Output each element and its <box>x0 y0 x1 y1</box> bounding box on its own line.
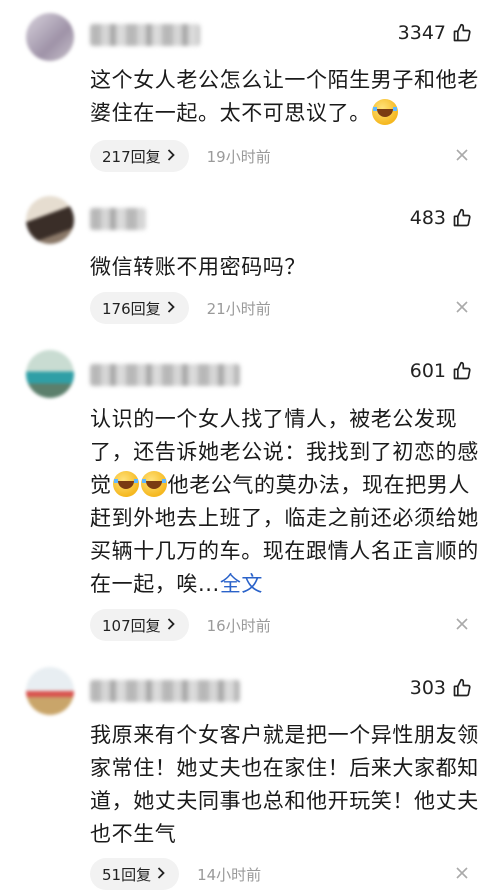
thumbs-up-icon <box>452 208 472 228</box>
close-icon[interactable] <box>454 148 470 164</box>
reply-count: 107回复 <box>102 616 161 635</box>
replies-button[interactable]: 176回复 <box>90 292 189 324</box>
close-icon[interactable] <box>454 866 470 882</box>
comment-text: 微信转账不用密码吗？ <box>90 255 306 279</box>
timestamp: 14小时前 <box>197 865 262 884</box>
close-icon[interactable] <box>454 300 470 316</box>
timestamp: 21小时前 <box>206 299 271 318</box>
username-blurred[interactable] <box>90 24 200 46</box>
username-blurred[interactable] <box>90 208 146 230</box>
like-count: 303 <box>409 677 446 699</box>
full-text-link[interactable]: 全文 <box>220 572 263 596</box>
reply-count: 217回复 <box>102 147 161 166</box>
comment-meta: 217回复 19小时前 <box>90 140 271 172</box>
like-button[interactable]: 303 <box>410 677 472 699</box>
replies-button[interactable]: 217回复 <box>90 140 189 172</box>
reply-count: 176回复 <box>102 299 161 318</box>
replies-button[interactable]: 51回复 <box>90 858 180 890</box>
comment-text: 认识的一个女人找了情人，被老公发现了，还告诉她老公说：我找到了初恋的感觉 他老公气… <box>90 407 479 596</box>
thumbs-up-icon <box>452 361 472 381</box>
username-blurred[interactable] <box>90 680 240 702</box>
timestamp: 16小时前 <box>206 616 271 635</box>
avatar[interactable] <box>26 350 74 398</box>
replies-button[interactable]: 107回复 <box>90 609 189 641</box>
thumbs-up-icon <box>452 23 472 43</box>
username-blurred[interactable] <box>90 364 240 386</box>
like-count: 3347 <box>397 22 446 44</box>
laughing-crying-emoji <box>140 471 167 497</box>
like-button[interactable]: 3347 <box>398 22 472 44</box>
chevron-right-icon <box>157 865 165 883</box>
laughing-crying-emoji <box>371 99 398 125</box>
chevron-right-icon <box>167 147 175 165</box>
like-button[interactable]: 601 <box>410 360 472 382</box>
timestamp: 19小时前 <box>206 147 271 166</box>
thumbs-up-icon <box>452 678 472 698</box>
avatar[interactable] <box>26 667 74 715</box>
comment-meta: 51回复 14小时前 <box>90 858 261 890</box>
like-count: 601 <box>409 360 446 382</box>
comment-text: 这个女人老公怎么让一个陌生男子和他老婆住在一起。太不可思议了。 <box>90 68 479 125</box>
chevron-right-icon <box>167 299 175 317</box>
chevron-right-icon <box>167 616 175 634</box>
reply-count: 51回复 <box>102 865 152 884</box>
comment-text: 我原来有个女客户就是把一个异性朋友领家常住！她丈夫也在家住！后来大家都知道，她丈… <box>90 723 479 846</box>
like-button[interactable]: 483 <box>410 207 472 229</box>
close-icon[interactable] <box>454 617 470 633</box>
laughing-crying-emoji <box>112 471 139 497</box>
avatar[interactable] <box>26 196 74 244</box>
comment-meta: 107回复 16小时前 <box>90 609 271 641</box>
like-count: 483 <box>409 207 446 229</box>
avatar[interactable] <box>26 13 74 61</box>
comment-meta: 176回复 21小时前 <box>90 292 271 324</box>
